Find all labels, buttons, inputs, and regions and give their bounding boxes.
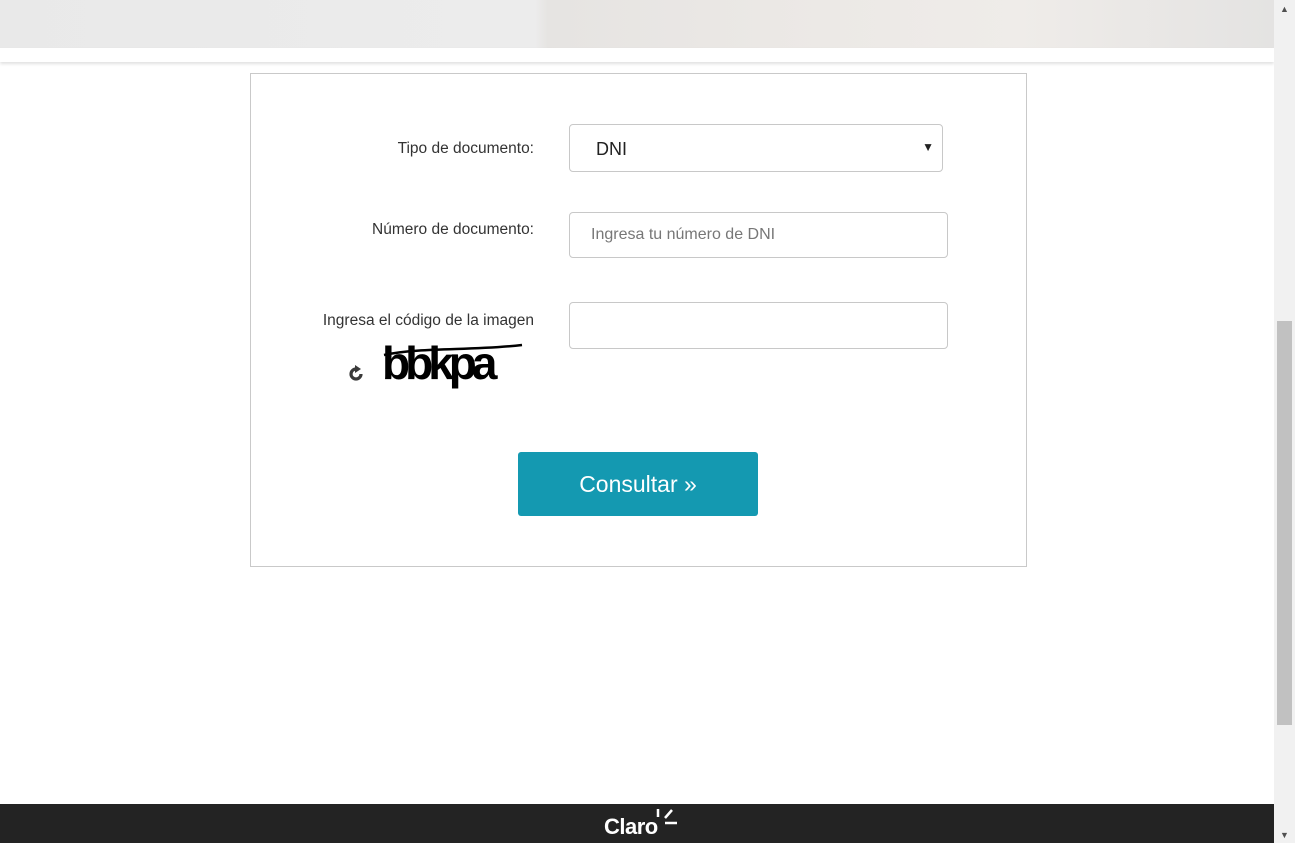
claro-logo: Claro [604,814,658,839]
consulta-form-panel: Tipo de documento: DNI ▼ Número de docum… [250,73,1027,567]
doc-type-label: Tipo de documento: [397,140,534,157]
caret-down-icon: ▼ [922,140,934,154]
claro-logo-rays-icon [656,809,677,825]
hero-banner [0,0,1274,48]
scroll-up-arrow-icon[interactable]: ▲ [1274,0,1295,17]
header-divider [0,48,1274,62]
captcha-input[interactable] [569,302,948,349]
refresh-icon[interactable] [347,365,365,383]
captcha-image: bbkpa [382,339,523,389]
consultar-button[interactable]: Consultar » [518,452,758,516]
doc-type-select[interactable]: DNI ▼ [569,124,943,172]
page-scrollbar[interactable]: ▲ ▼ [1274,0,1295,843]
scroll-down-arrow-icon[interactable]: ▼ [1274,826,1295,843]
captcha-label: Ingresa el código de la imagen [322,312,534,329]
doc-type-selected-value: DNI [596,139,627,159]
captcha-text: bbkpa [382,339,498,389]
scroll-thumb[interactable] [1277,321,1292,725]
doc-number-label: Número de documento: [372,221,534,238]
doc-number-input[interactable] [569,212,948,258]
